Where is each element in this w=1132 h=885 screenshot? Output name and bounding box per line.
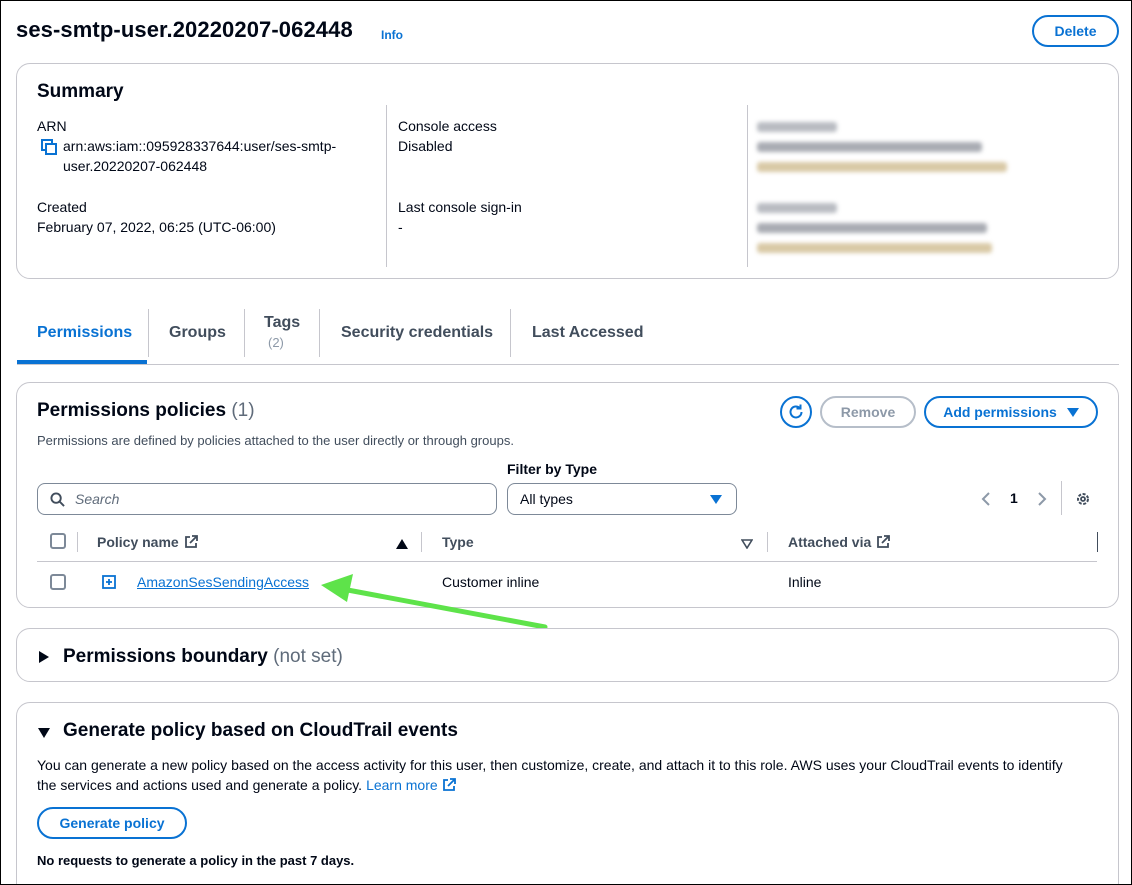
external-link-icon	[184, 535, 198, 548]
previous-page-icon[interactable]	[981, 491, 991, 512]
arn-value-line2: user.20220207-062448	[63, 158, 208, 174]
column-divider	[767, 532, 768, 552]
redacted-access-keys	[757, 118, 1017, 268]
tab-permissions[interactable]: Permissions	[37, 324, 132, 342]
column-attached-via[interactable]: Attached via	[788, 534, 891, 550]
next-page-icon[interactable]	[1037, 491, 1047, 512]
generate-note: No requests to generate a policy in the …	[37, 853, 355, 868]
tab-divider	[148, 309, 149, 357]
tab-groups[interactable]: Groups	[169, 324, 226, 342]
expand-icon[interactable]	[102, 575, 116, 594]
column-divider	[1097, 532, 1098, 552]
summary-divider	[747, 105, 748, 267]
tabs-baseline	[17, 364, 1119, 365]
tab-tags[interactable]: Tags	[264, 314, 300, 332]
page-title: ses-smtp-user.20220207-062448	[16, 17, 353, 42]
gear-icon[interactable]	[1075, 491, 1091, 512]
tab-divider	[510, 309, 511, 357]
column-type[interactable]: Type	[442, 534, 474, 550]
last-signin-value: -	[398, 219, 403, 235]
external-link-icon	[442, 778, 456, 791]
arn-label: ARN	[37, 118, 67, 134]
console-access-label: Console access	[398, 118, 497, 134]
policies-heading: Permissions policies (1)	[37, 400, 255, 422]
generate-policy-button[interactable]: Generate policy	[37, 807, 187, 839]
page-number[interactable]: 1	[1010, 490, 1018, 506]
refresh-icon	[789, 404, 803, 419]
info-link[interactable]: Info	[381, 28, 403, 42]
add-permissions-label: Add permissions	[943, 404, 1057, 420]
boundary-heading: Permissions boundary (not set)	[63, 646, 343, 668]
summary-divider	[386, 105, 387, 267]
pagination-divider	[1061, 481, 1062, 515]
tab-divider	[319, 309, 320, 357]
last-signin-label: Last console sign-in	[398, 199, 522, 215]
policies-count: (1)	[231, 400, 255, 421]
delete-button[interactable]: Delete	[1032, 15, 1119, 47]
created-label: Created	[37, 199, 87, 215]
filter-type-value: All types	[520, 491, 573, 507]
caret-down-icon[interactable]	[38, 725, 50, 743]
column-divider	[77, 532, 78, 552]
add-permissions-button[interactable]: Add permissions	[924, 396, 1098, 428]
console-access-value: Disabled	[398, 138, 453, 154]
policy-attached-via: Inline	[788, 574, 822, 590]
caret-right-icon[interactable]	[39, 650, 49, 668]
policies-heading-text: Permissions policies	[37, 400, 227, 421]
search-input[interactable]: Search	[37, 483, 497, 515]
column-policy-name[interactable]: Policy name	[97, 534, 198, 550]
external-link-icon	[877, 535, 891, 548]
tab-security-credentials[interactable]: Security credentials	[341, 324, 493, 342]
caret-down-icon	[710, 494, 722, 504]
generate-heading: Generate policy based on CloudTrail even…	[63, 720, 458, 741]
generate-description-line2: the services and actions used and genera…	[37, 775, 456, 795]
created-value: February 07, 2022, 06:25 (UTC-06:00)	[37, 219, 276, 235]
column-attached-via-label: Attached via	[788, 534, 872, 550]
policies-description: Permissions are defined by policies atta…	[37, 433, 514, 448]
search-placeholder: Search	[75, 491, 120, 507]
tab-tags-count: (2)	[268, 335, 284, 350]
filter-type-select[interactable]: All types	[507, 483, 737, 515]
arn-value-line1: arn:aws:iam::095928337644:user/ses-smtp-	[63, 138, 337, 154]
generate-description-line1: You can generate a new policy based on t…	[37, 757, 1063, 773]
column-divider	[421, 532, 422, 552]
search-icon	[50, 491, 65, 507]
filter-by-type-label: Filter by Type	[507, 461, 597, 477]
summary-heading: Summary	[37, 81, 124, 102]
sort-icon[interactable]	[740, 536, 754, 554]
learn-more-link[interactable]: Learn more	[366, 775, 438, 795]
table-row: AmazonSesSendingAccess Customer inline I…	[37, 562, 1097, 602]
boundary-status: (not set)	[273, 646, 343, 667]
tab-last-accessed[interactable]: Last Accessed	[532, 324, 643, 342]
page-frame: ses-smtp-user.20220207-062448 Info Delet…	[0, 0, 1132, 885]
caret-down-icon	[1066, 407, 1079, 417]
sort-ascending-icon[interactable]	[396, 536, 408, 554]
policy-name-link[interactable]: AmazonSesSendingAccess	[137, 574, 309, 590]
row-checkbox[interactable]	[50, 574, 66, 590]
select-all-checkbox[interactable]	[50, 533, 66, 549]
generate-description-text: the services and actions used and genera…	[37, 777, 363, 793]
remove-button[interactable]: Remove	[820, 396, 916, 428]
refresh-button[interactable]	[780, 396, 812, 428]
boundary-heading-text: Permissions boundary	[63, 646, 268, 667]
copy-icon[interactable]	[41, 139, 57, 155]
column-policy-name-label: Policy name	[97, 534, 179, 550]
tab-divider	[244, 309, 245, 357]
